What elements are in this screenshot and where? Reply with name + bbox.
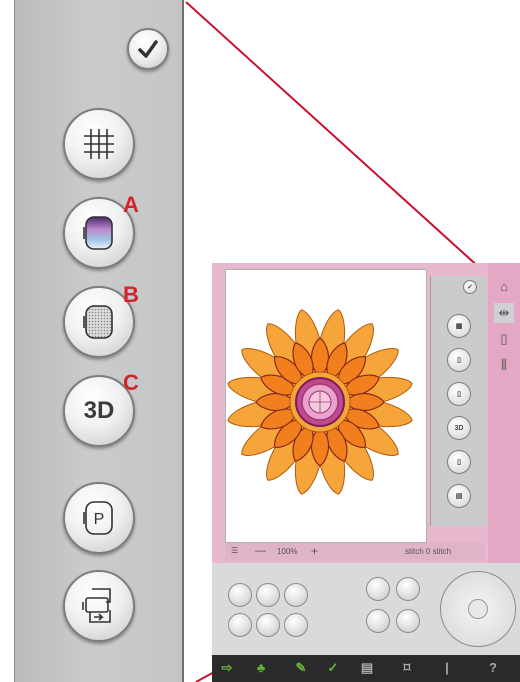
hoop-colored-icon [83,216,113,250]
move-button[interactable] [366,577,390,601]
embroidery-edit-icon[interactable]: ⇨ [218,659,236,677]
presser-foot-icon[interactable]: ⌂ [494,277,514,297]
mini-hoop-b-button[interactable]: ▯ [447,382,471,406]
check-icon [138,40,158,58]
mirror-button[interactable] [366,609,390,633]
multi-hoop-icon [82,588,111,623]
undo-button[interactable] [228,613,252,637]
zoomed-side-panel: A B 3D C P [14,0,184,682]
control-area [212,563,520,655]
thread-icon[interactable]: ⫼ [494,355,514,375]
zoom-in-button[interactable]: + [311,544,318,558]
flower-embroidery-design [227,309,413,495]
lock-button[interactable] [396,609,420,633]
info-button[interactable] [284,583,308,607]
grid-button[interactable] [63,108,135,180]
right-toolbar: ⌂ ⇹ ▯ ⫼ [488,263,520,593]
leader-line-top [185,1,493,280]
machine-screen: ✓ ▦ ▯ ▯ 3D ▯ ▤ ⌂ ⇹ ▯ ⫼ ☰ — 100% + stitch… [212,263,520,682]
scale-button[interactable] [396,577,420,601]
tools-icon[interactable]: | [438,659,456,677]
hoop-p-button[interactable]: P [63,482,135,554]
mini-3d-button[interactable]: 3D [447,416,471,440]
hoop-hatched-icon [83,305,113,339]
wheel-center-button[interactable] [468,599,488,619]
grid-icon [84,129,114,159]
touch-icon[interactable]: ☰ [231,546,238,555]
mini-hoop-a-button[interactable]: ▯ [447,348,471,372]
zoom-out-button[interactable]: — [255,545,266,557]
settings-icon[interactable]: ⌑ [398,659,416,677]
stitch-out-icon[interactable]: ♣ [252,659,270,677]
duplicate-button[interactable] [256,583,280,607]
check-design-icon[interactable]: ✓ [324,659,342,677]
hoop-toolbar-icon[interactable]: ▯ [494,329,514,349]
confirm-button[interactable] [127,28,169,70]
embroidery-canvas[interactable] [225,269,427,543]
callout-a: A [123,192,139,217]
hoop-p-icon: P [83,501,113,535]
3d-label: 3D [83,397,115,424]
mini-hoop-p-button[interactable]: ▯ [447,450,471,474]
menu-icon[interactable]: ▤ [358,659,376,677]
callout-b: B [123,282,139,307]
mini-grid-button[interactable]: ▦ [447,314,471,338]
help-icon[interactable]: ? [484,659,502,677]
mini-multi-hoop-button[interactable]: ▤ [447,484,471,508]
bottom-taskbar: ⇨ ♣ ✎ ✓ ▤ ⌑ | ? [212,655,520,682]
zoom-value: 100% [277,547,298,556]
stitch-info: stitch 0 stitch [405,547,452,556]
edit-mode-icon[interactable]: ⇹ [494,303,514,323]
hoop-multi-button[interactable] [63,570,135,642]
callout-c: C [123,370,139,395]
mini-side-panel: ✓ ▦ ▯ ▯ 3D ▯ ▤ [430,276,487,526]
mini-3d-label: 3D [454,424,464,432]
delete-button[interactable] [228,583,252,607]
mini-confirm-button[interactable]: ✓ [463,280,477,294]
status-bar: ☰ — 100% + stitch 0 stitch [225,543,485,561]
rotate-button[interactable] [284,613,308,637]
design-icon[interactable]: ✎ [292,659,310,677]
redo-button[interactable] [256,613,280,637]
directional-wheel[interactable] [440,571,516,647]
hoop-p-label: P [94,511,105,528]
